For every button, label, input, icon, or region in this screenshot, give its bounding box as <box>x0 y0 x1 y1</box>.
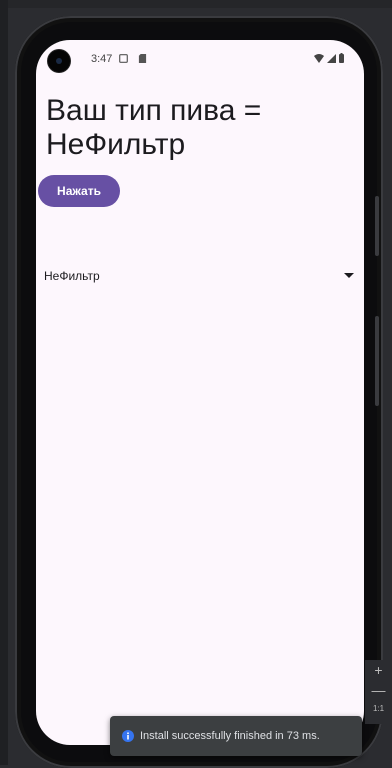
status-bar: 3:47 <box>36 40 364 80</box>
front-camera-icon <box>48 50 70 72</box>
battery-icon <box>339 53 344 63</box>
device-screen: 3:47 Ваш тип пива = НеФильтр Нажать НеФи… <box>36 40 364 745</box>
beer-type-spinner[interactable]: НеФильтр <box>44 264 354 288</box>
dropdown-arrow-icon <box>344 273 354 278</box>
wifi-icon <box>314 53 324 63</box>
ide-top-strip <box>0 0 392 8</box>
sd-card-icon <box>138 54 147 63</box>
beer-type-title: Ваш тип пива = НеФильтр <box>46 94 262 161</box>
emulator-zoom-panel: + — 1:1 <box>365 660 392 724</box>
volume-button <box>375 196 379 256</box>
signal-icon <box>327 53 336 63</box>
press-button[interactable]: Нажать <box>38 175 120 207</box>
status-icons <box>314 53 344 63</box>
status-time: 3:47 <box>91 53 113 65</box>
install-notification: Install successfully finished in 73 ms. <box>110 716 362 756</box>
ide-left-strip <box>0 0 8 765</box>
zoom-ratio-button[interactable]: 1:1 <box>373 704 384 713</box>
notification-message: Install successfully finished in 73 ms. <box>140 730 320 742</box>
zoom-out-button[interactable]: — <box>372 680 386 700</box>
zoom-in-button[interactable]: + <box>374 660 382 680</box>
power-button <box>375 316 379 406</box>
info-icon <box>122 730 134 742</box>
screen-cast-icon <box>119 54 128 63</box>
spinner-selected-value: НеФильтр <box>44 269 100 283</box>
